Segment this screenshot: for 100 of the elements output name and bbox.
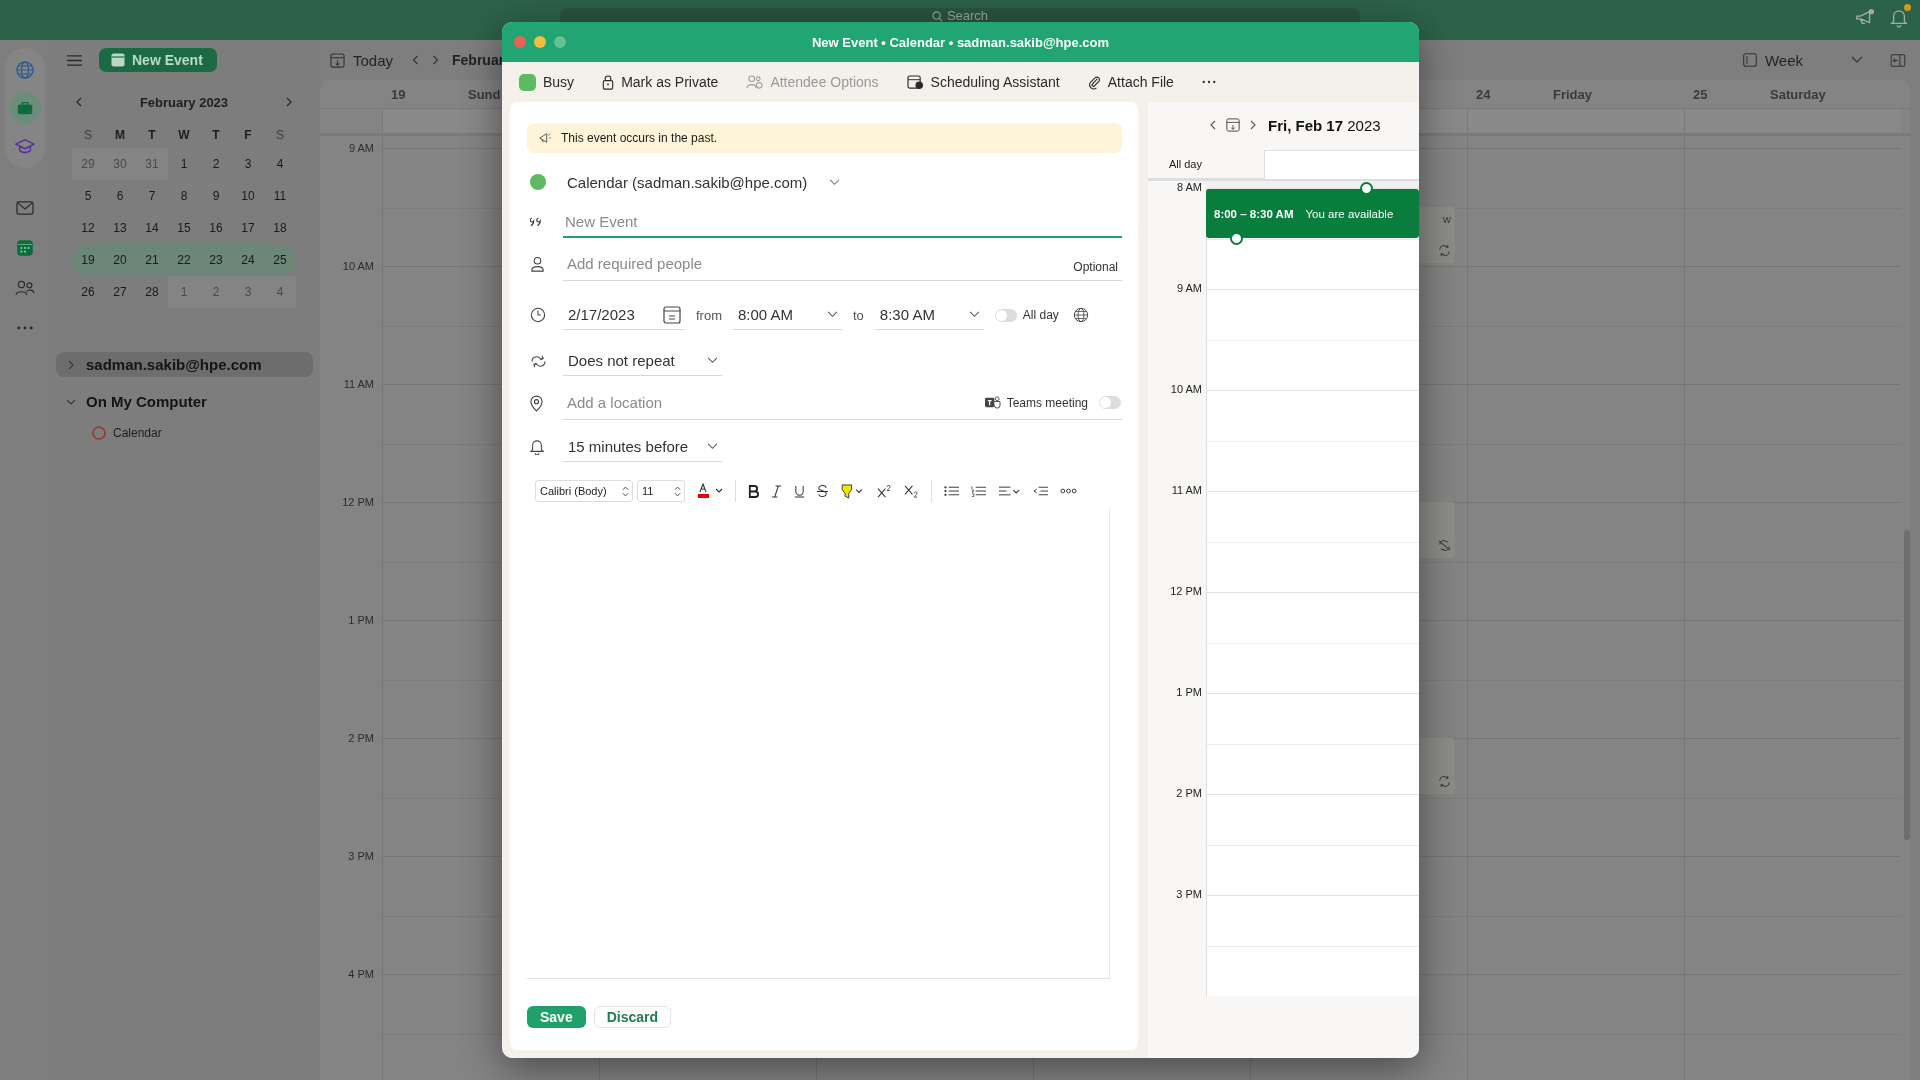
align-icon[interactable]: [998, 485, 1021, 497]
week-row[interactable]: 26 27 28 1 2 3 4: [72, 276, 296, 308]
day-number[interactable]: 2: [200, 276, 232, 308]
day-number[interactable]: 6: [104, 180, 136, 212]
new-event-button[interactable]: New Event: [99, 48, 217, 72]
bold-icon[interactable]: [748, 484, 759, 498]
save-button[interactable]: Save: [527, 1006, 586, 1028]
outdent-icon[interactable]: [1033, 485, 1048, 497]
menu-icon[interactable]: [66, 53, 83, 67]
day-number[interactable]: 25: [264, 244, 296, 276]
day-number[interactable]: 5: [72, 180, 104, 212]
more-button[interactable]: [1201, 80, 1216, 84]
today-button[interactable]: Today: [330, 51, 394, 69]
day-number[interactable]: 29: [72, 148, 104, 180]
discard-button[interactable]: Discard: [593, 1006, 672, 1028]
hour-label: 2 PM: [1175, 787, 1203, 799]
day-number[interactable]: 17: [232, 212, 264, 244]
hour-label: 12 PM: [342, 496, 374, 508]
italic-icon[interactable]: [771, 484, 782, 498]
subscript-icon[interactable]: [904, 484, 919, 498]
superscript-icon[interactable]: [877, 484, 892, 498]
numbered-list-icon[interactable]: [971, 485, 986, 497]
day-number[interactable]: 4: [264, 276, 296, 308]
day-number[interactable]: 23: [200, 244, 232, 276]
more-icon: [17, 326, 33, 330]
font-dropdown[interactable]: Calibri (Body): [535, 480, 633, 502]
week-row[interactable]: 12 13 14 15 16 17 18: [72, 212, 296, 244]
account-item[interactable]: On My Computer: [56, 389, 313, 414]
day-number[interactable]: 11: [264, 180, 296, 212]
chevron-right-icon[interactable]: [1250, 120, 1256, 130]
day-number[interactable]: 31: [136, 148, 168, 180]
reminder-dropdown[interactable]: 15 minutes before: [563, 432, 722, 462]
more-icon[interactable]: [1060, 488, 1077, 494]
weekday-label: W: [177, 128, 191, 142]
day-number[interactable]: 30: [104, 148, 136, 180]
day-number[interactable]: 21: [136, 244, 168, 276]
day-number[interactable]: 26: [72, 276, 104, 308]
bullet-list-icon[interactable]: [944, 485, 959, 497]
day-number[interactable]: 27: [104, 276, 136, 308]
chevron-left-icon[interactable]: [1210, 120, 1216, 130]
scheduling-assistant-button[interactable]: Scheduling Assistant: [906, 74, 1060, 90]
day-number[interactable]: 18: [264, 212, 296, 244]
day-number[interactable]: 14: [136, 212, 168, 244]
mark-private-button[interactable]: Mark as Private: [602, 74, 719, 90]
day-number[interactable]: 16: [200, 212, 232, 244]
day-number[interactable]: 3: [232, 148, 264, 180]
day-number[interactable]: 22: [168, 244, 200, 276]
week-row[interactable]: 19 20 21 22 23 24 25: [72, 244, 296, 276]
week-row[interactable]: 5 6 7 8 9 10 11: [72, 180, 296, 212]
panel-toggle-icon[interactable]: [1890, 53, 1906, 67]
day-number[interactable]: 2: [200, 148, 232, 180]
day-number[interactable]: 4: [264, 148, 296, 180]
start-time-dropdown[interactable]: 8:00 AM: [733, 300, 842, 330]
search-icon: [931, 11, 943, 22]
font-color-icon[interactable]: [697, 483, 723, 499]
teams-meeting-toggle[interactable]: [1099, 396, 1121, 409]
day-number[interactable]: 8: [168, 180, 200, 212]
event-block[interactable]: 8:00 – 8:30 AM You are available: [1206, 189, 1419, 238]
today-icon[interactable]: [1226, 118, 1240, 132]
more-icon: [1201, 80, 1216, 84]
account-item[interactable]: sadman.sakib@hpe.com: [56, 352, 313, 377]
attach-file-button[interactable]: Attach File: [1087, 74, 1174, 90]
chevron-left-icon[interactable]: [76, 97, 82, 107]
day-number[interactable]: 9: [200, 180, 232, 212]
week-row[interactable]: 29 30 31 1 2 3 4: [72, 148, 296, 180]
day-number[interactable]: 7: [136, 180, 168, 212]
strikethrough-icon[interactable]: [817, 484, 828, 498]
day-number[interactable]: 1: [168, 148, 200, 180]
font-size-dropdown[interactable]: 11: [637, 480, 685, 502]
people-field[interactable]: Add required people Optional: [563, 247, 1122, 281]
calendar-dropdown[interactable]: Calendar (sadman.sakib@hpe.com): [567, 173, 841, 191]
day-number[interactable]: 20: [104, 244, 136, 276]
optional-link[interactable]: Optional: [1073, 259, 1118, 274]
day-number[interactable]: 13: [104, 212, 136, 244]
underline-icon[interactable]: [794, 484, 805, 498]
day-number[interactable]: 12: [72, 212, 104, 244]
day-number[interactable]: 3: [232, 276, 264, 308]
day-number[interactable]: 19: [72, 244, 104, 276]
calendar-item[interactable]: Calendar: [56, 426, 313, 440]
repeat-dropdown[interactable]: Does not repeat: [563, 346, 722, 376]
all-day-toggle[interactable]: [994, 308, 1017, 322]
globe-icon[interactable]: [1072, 307, 1089, 323]
all-day-label: All day: [1167, 158, 1203, 170]
end-time-dropdown[interactable]: 8:30 AM: [874, 300, 984, 330]
date-field[interactable]: 2/17/2023: [563, 300, 685, 330]
from-label: from: [696, 307, 722, 323]
window-title: New Event • Calendar • sadman.sakib@hpe.com: [811, 34, 1109, 50]
day-number[interactable]: 10: [232, 180, 264, 212]
busy-status-button[interactable]: Busy: [519, 73, 575, 91]
highlighter-icon[interactable]: [840, 483, 865, 499]
location-field[interactable]: Add a location: [563, 394, 984, 411]
day-number[interactable]: 28: [136, 276, 168, 308]
day-number[interactable]: 1: [168, 276, 200, 308]
day-number[interactable]: 24: [232, 244, 264, 276]
day-number[interactable]: 15: [168, 212, 200, 244]
view-dropdown[interactable]: Week: [1742, 51, 1863, 69]
day-name: Saturday: [1770, 86, 1826, 102]
bell-icon[interactable]: [1890, 8, 1908, 28]
stepper-icon: [622, 485, 629, 497]
chevron-right-icon[interactable]: [286, 97, 292, 107]
